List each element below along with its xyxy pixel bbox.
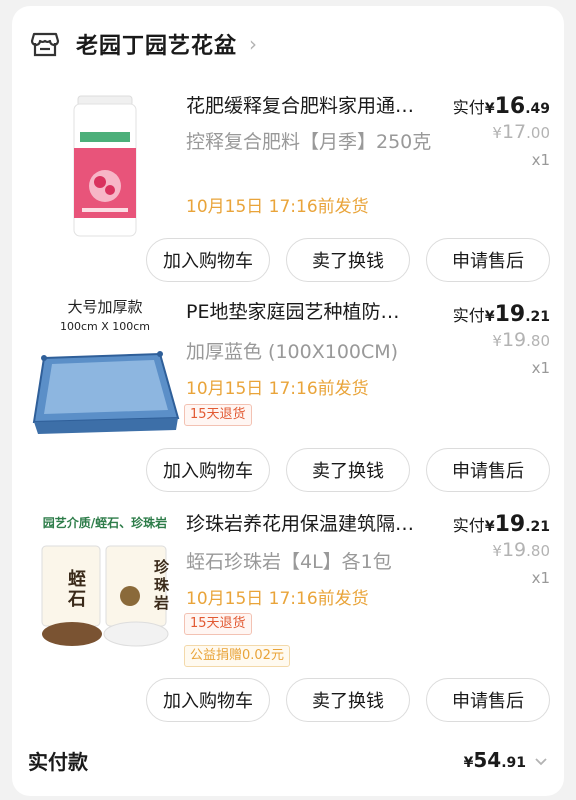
add-to-cart-button[interactable]: 加入购物车 [146, 448, 270, 492]
paid-price: 实付¥16.49 [452, 94, 550, 119]
mat-illustration [32, 351, 180, 434]
total-amount: ¥54.91 [464, 748, 548, 772]
bag-label-perlite: 珍珠岩 [154, 558, 170, 612]
total-label: 实付款 [28, 749, 88, 774]
product-title[interactable]: 花肥缓释复合肥料家用通… [186, 92, 448, 120]
chevron-right-icon: › [249, 32, 258, 56]
product-spec: 蛭石珍珠岩【4L】各1包 [186, 551, 392, 573]
ship-time: 10月15日 17:16前发货 [186, 197, 369, 217]
product-title[interactable]: PE地垫家庭园艺种植防… [186, 298, 448, 326]
chevron-down-icon[interactable] [534, 757, 548, 767]
fertilizer-product-image [30, 90, 180, 240]
after-sale-button[interactable]: 申请售后 [426, 448, 550, 492]
add-to-cart-button[interactable]: 加入购物车 [146, 678, 270, 722]
image-label: 园艺介质/蛭石、珍珠岩 [42, 516, 168, 530]
price-block: 实付¥19.21 ¥19.80 x1 [453, 512, 550, 587]
price-block: 实付¥16.49 ¥17.00 x1 [453, 94, 550, 169]
item-actions: 加入购物车 卖了换钱 申请售后 [146, 448, 550, 492]
ship-time: 10月15日 17:16前发货 [186, 379, 369, 399]
shop-name: 老园丁园艺花盆 [76, 34, 238, 59]
add-to-cart-button[interactable]: 加入购物车 [146, 238, 270, 282]
after-sale-button[interactable]: 申请售后 [426, 678, 550, 722]
return-policy-badge: 15天退货 [184, 613, 252, 635]
item-actions: 加入购物车 卖了换钱 申请售后 [146, 678, 550, 722]
resell-button[interactable]: 卖了换钱 [286, 678, 410, 722]
quantity: x1 [531, 151, 550, 169]
paid-price: 实付¥19.21 [452, 302, 550, 327]
quantity: x1 [531, 569, 550, 587]
store-icon [30, 32, 60, 57]
after-sale-button[interactable]: 申请售后 [426, 238, 550, 282]
perlite-product-image: 园艺介质/蛭石、珍珠岩 蛭石 珍珠岩 [30, 512, 180, 662]
image-sublabel: 100cm X 100cm [59, 320, 151, 333]
return-policy-badge: 15天退货 [184, 404, 252, 426]
original-price: ¥17.00 [492, 121, 550, 143]
original-price: ¥19.80 [492, 539, 550, 561]
shop-header[interactable]: 老园丁园艺花盆 › [30, 24, 257, 64]
order-card: 老园丁园艺花盆 › 花肥缓释复合肥料家用通… 控释复合肥料【月季】250克 10… [12, 6, 564, 796]
image-label: 大号加厚款 [67, 298, 143, 316]
item-actions: 加入购物车 卖了换钱 申请售后 [146, 238, 550, 282]
quantity: x1 [531, 359, 550, 377]
price-block: 实付¥19.21 ¥19.80 x1 [453, 302, 550, 377]
product-spec: 控释复合肥料【月季】250克 [186, 131, 432, 153]
resell-button[interactable]: 卖了换钱 [286, 238, 410, 282]
product-spec: 加厚蓝色 (100X100CM) [186, 341, 399, 363]
ship-time: 10月15日 17:16前发货 [186, 589, 369, 609]
resell-button[interactable]: 卖了换钱 [286, 448, 410, 492]
original-price: ¥19.80 [492, 329, 550, 351]
paid-price: 实付¥19.21 [452, 512, 550, 537]
charity-donation-badge: 公益捐赠0.02元 [184, 645, 290, 667]
product-title[interactable]: 珍珠岩养花用保温建筑隔… [186, 510, 448, 538]
bag-label-vermiculite: 蛭石 [68, 569, 86, 610]
mat-product-image: 大号加厚款 100cm X 100cm [30, 296, 180, 446]
order-total-row[interactable]: 实付款 ¥54.91 [28, 740, 548, 780]
